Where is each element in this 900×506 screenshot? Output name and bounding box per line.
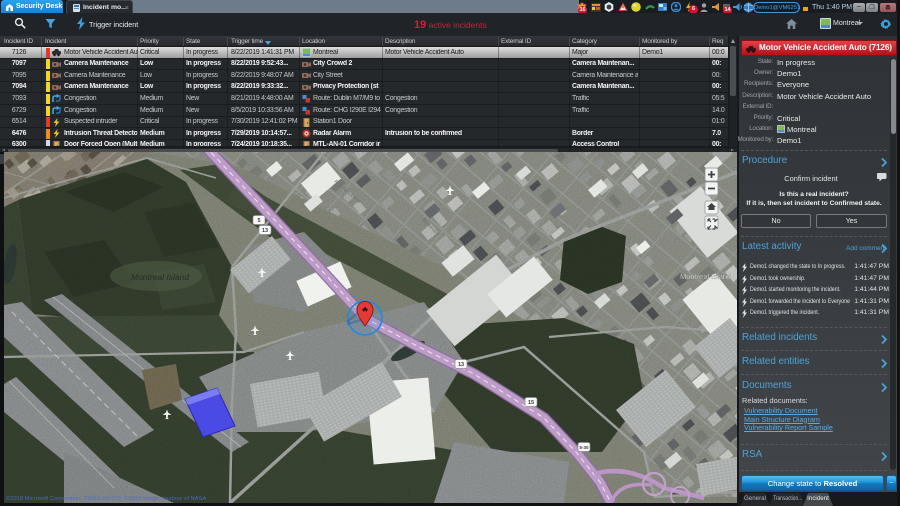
svg-text:15: 15 [528, 400, 534, 406]
svg-text:5-30: 5-30 [579, 445, 589, 450]
svg-text:13: 13 [262, 228, 268, 234]
svg-text:5: 5 [257, 218, 260, 224]
svg-text:Montreal Island: Montreal Island [680, 272, 731, 281]
svg-text:©2018 Microsoft Corporation, ©: ©2018 Microsoft Corporation, ©2019 HXTC2… [6, 495, 206, 502]
svg-text:Montreal Island: Montreal Island [131, 272, 189, 282]
svg-text:13: 13 [458, 362, 464, 368]
